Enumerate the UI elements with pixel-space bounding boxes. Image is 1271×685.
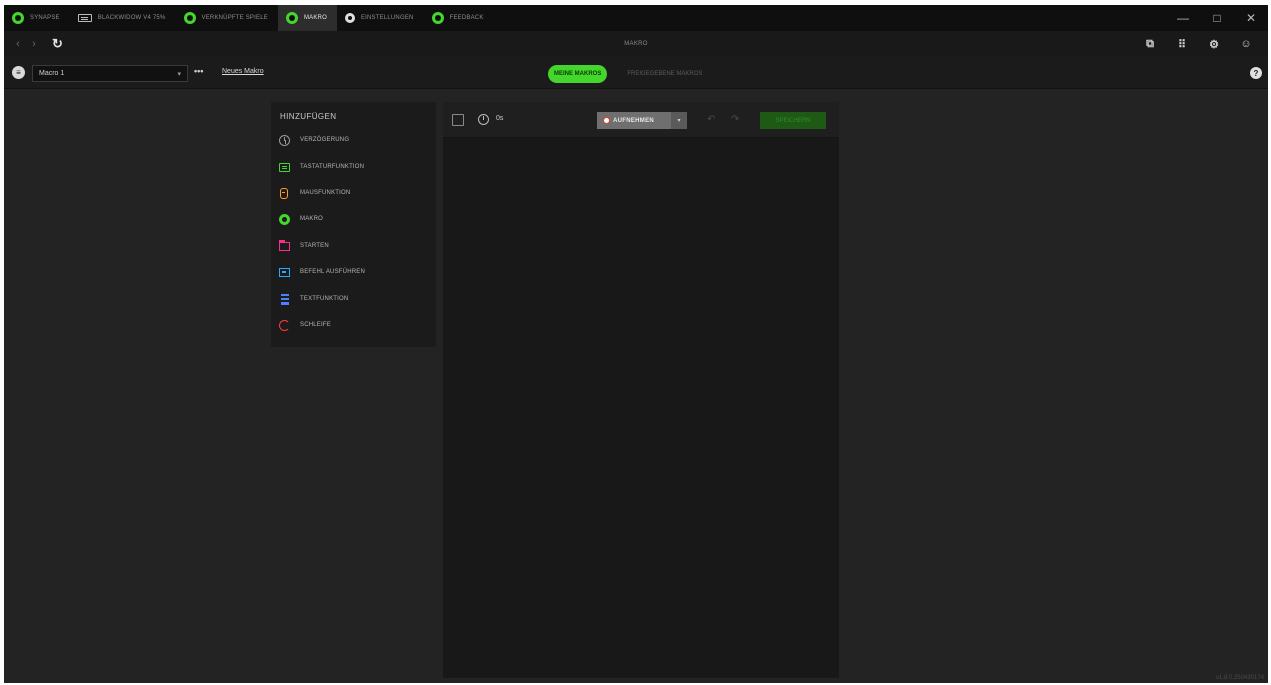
add-panel-title: HINZUFÜGEN <box>280 112 337 121</box>
app-window: SYNAPSE BLACKWIDOW V4 75% VERKNÜPFTE SPI… <box>4 5 1268 683</box>
add-item-label: STARTEN <box>300 243 329 249</box>
tab-label: EINSTELLUNGEN <box>360 15 414 21</box>
text-icon <box>281 293 289 305</box>
add-item-label: SCHLEIFE <box>300 322 331 328</box>
clock-icon <box>279 134 290 146</box>
macro-list-icon: ≡ <box>12 66 25 79</box>
new-macro-link[interactable]: Neues Makro <box>222 68 264 75</box>
add-loop-item[interactable]: SCHLEIFE <box>279 317 331 333</box>
add-keyboard-function-item[interactable]: TASTATURFUNKTION <box>279 159 364 175</box>
record-label: AUFNEHMEN <box>613 117 655 124</box>
forward-button[interactable]: › <box>26 38 42 50</box>
tab-macro[interactable]: MAKRO <box>277 5 337 31</box>
timer-icon <box>478 114 489 125</box>
tab-feedback[interactable]: FEEDBACK <box>424 5 494 31</box>
macro-source-toggle: MEINE MAKROS FREIGEGEBENE MAKROS <box>548 65 702 83</box>
tab-synapse[interactable]: SYNAPSE <box>4 5 70 31</box>
profiles-icon[interactable]: ⧉ <box>1134 38 1166 51</box>
nav-actions: ⧉ ⠿ ⚙ ☺ <box>1134 38 1262 51</box>
tab-device[interactable]: BLACKWIDOW V4 75% <box>70 5 176 31</box>
add-item-label: MAUSFUNKTION <box>300 190 351 196</box>
window-controls: — □ ✕ <box>1166 5 1268 31</box>
close-button[interactable]: ✕ <box>1234 5 1268 31</box>
version-label: v1.8.0.250430174 <box>1215 675 1264 681</box>
page-title: MAKRO <box>624 41 648 47</box>
add-macro-item[interactable]: MAKRO <box>279 211 323 227</box>
synapse-logo-icon <box>12 12 24 24</box>
tab-my-macros[interactable]: MEINE MAKROS <box>548 65 608 83</box>
maximize-button[interactable]: □ <box>1200 5 1234 31</box>
tab-settings[interactable]: EINSTELLUNGEN <box>337 5 424 31</box>
gear-icon <box>344 13 355 23</box>
timer-value: 0s <box>496 115 504 122</box>
tab-label: BLACKWIDOW V4 75% <box>97 15 166 21</box>
save-button[interactable]: SPEICHERN <box>760 112 826 129</box>
add-launch-item[interactable]: STARTEN <box>279 238 329 254</box>
help-icon[interactable]: ? <box>1250 67 1262 79</box>
add-item-label: VERZÖGERUNG <box>300 137 350 143</box>
add-run-command-item[interactable]: BEFEHL AUSFÜHREN <box>279 264 365 280</box>
tab-linked-games[interactable]: VERKNÜPFTE SPIELE <box>176 5 278 31</box>
account-icon[interactable]: ☺ <box>1230 38 1262 50</box>
mouse-icon <box>280 187 288 199</box>
add-item-label: MAKRO <box>300 216 324 222</box>
launch-icon <box>279 239 290 251</box>
more-options-button[interactable]: ••• <box>194 66 203 76</box>
tab-label: MAKRO <box>303 15 327 21</box>
feedback-icon <box>431 12 444 24</box>
undo-icon[interactable]: ↶ <box>707 114 715 125</box>
reload-icon[interactable]: ↻ <box>52 36 63 52</box>
minimize-button[interactable]: — <box>1166 5 1200 31</box>
macro-editor: 0s AUFNEHMEN ▾ ↶ ↷ SPEICHERN <box>443 102 839 678</box>
tab-label: SYNAPSE <box>30 15 60 21</box>
record-button[interactable]: AUFNEHMEN ▾ <box>597 112 687 129</box>
chevron-down-icon: ▾ <box>177 70 181 78</box>
record-icon <box>603 117 610 124</box>
settings-gear-icon[interactable]: ⚙ <box>1198 38 1230 51</box>
macro-icon <box>279 213 290 225</box>
record-options-dropdown[interactable]: ▾ <box>671 112 687 129</box>
editor-toolbar: 0s AUFNEHMEN ▾ ↶ ↷ SPEICHERN <box>443 102 839 138</box>
loop-icon <box>279 319 290 331</box>
add-text-function-item[interactable]: TEXTFUNKTION <box>279 291 348 307</box>
add-item-label: BEFEHL AUSFÜHREN <box>300 269 365 275</box>
tab-label: VERKNÜPFTE SPIELE <box>201 15 268 21</box>
add-mouse-function-item[interactable]: MAUSFUNKTION <box>279 185 350 201</box>
add-delay-item[interactable]: VERZÖGERUNG <box>279 132 349 148</box>
redo-icon[interactable]: ↷ <box>731 114 739 125</box>
macro-select[interactable]: Macro 1 ▾ <box>32 65 188 82</box>
back-button[interactable]: ‹ <box>10 38 26 50</box>
macro-select-value: Macro 1 <box>39 70 65 77</box>
macro-toolbar: ≡ Macro 1 ▾ ••• Neues Makro MEINE MAKROS… <box>4 57 1268 89</box>
tab-shared-macros[interactable]: FREIGEGEBENE MAKROS <box>627 71 702 77</box>
macro-icon <box>285 12 298 24</box>
tab-label: FEEDBACK <box>449 15 484 21</box>
title-bar: SYNAPSE BLACKWIDOW V4 75% VERKNÜPFTE SPI… <box>4 5 1268 31</box>
command-icon <box>279 267 290 277</box>
keyboard-icon <box>279 162 290 172</box>
apps-grid-icon[interactable]: ⠿ <box>1166 38 1198 51</box>
navigation-bar: ‹ › ↻ MAKRO ⧉ ⠿ ⚙ ☺ <box>4 31 1268 57</box>
linked-games-icon <box>183 12 196 24</box>
add-panel: HINZUFÜGEN VERZÖGERUNG TASTATURFUNKTION … <box>271 102 436 347</box>
select-all-checkbox[interactable] <box>452 114 464 126</box>
keyboard-icon <box>77 14 92 22</box>
add-item-label: TASTATURFUNKTION <box>300 164 365 170</box>
add-item-label: TEXTFUNKTION <box>300 296 349 302</box>
